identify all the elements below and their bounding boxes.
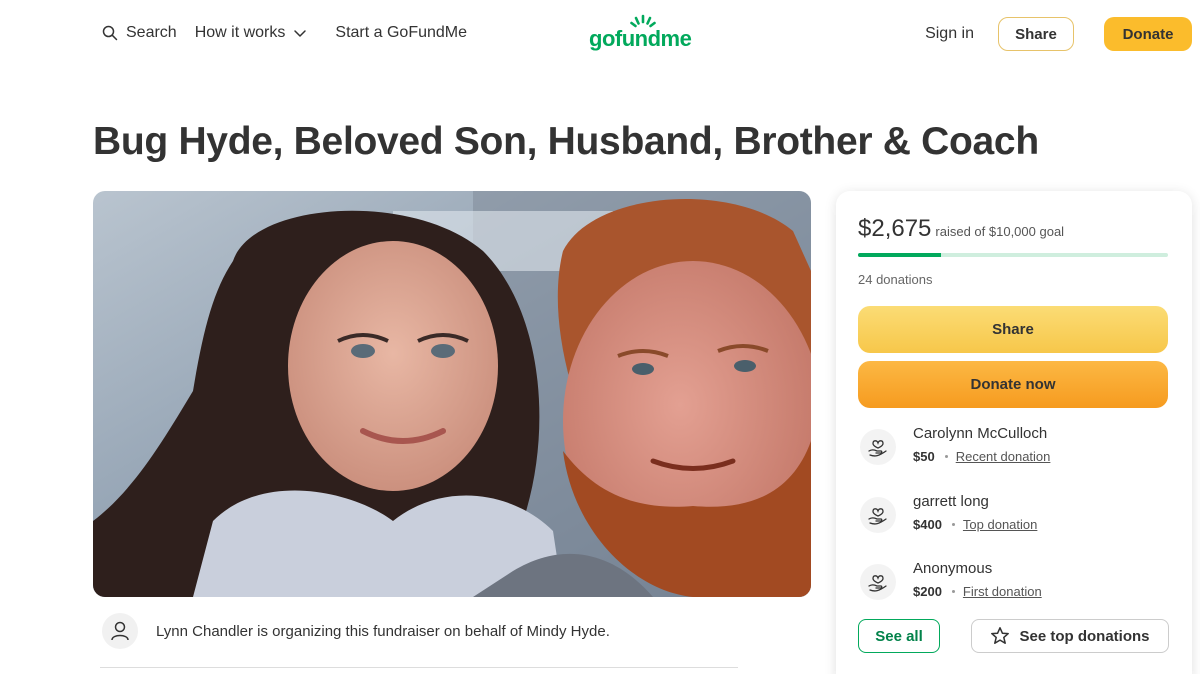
donor-name: Anonymous (913, 560, 993, 577)
start-gofundme-link[interactable]: Start a GoFundMe (335, 24, 467, 42)
donor-meta: $400 Top donation (913, 517, 1037, 532)
donations-count: 24 donations (858, 272, 933, 287)
donor-name: garrett long (913, 493, 989, 510)
donor-amount: $50 (913, 449, 935, 464)
raised-summary: $2,675 raised of $10,000 goal (858, 215, 1064, 243)
donation-heart-icon (860, 497, 896, 533)
nav-left-group: Search How it works Start a GoFundMe (102, 24, 467, 42)
see-all-button[interactable]: See all (858, 619, 940, 653)
donate-button-header[interactable]: Donate (1104, 17, 1192, 51)
gofundme-logo[interactable]: gofundme (589, 14, 699, 54)
donor-amount: $400 (913, 517, 942, 532)
goal-text: raised of $10,000 goal (935, 224, 1065, 239)
raised-amount: $2,675 (858, 215, 932, 242)
see-top-donations-label: See top donations (1019, 627, 1150, 645)
search-link[interactable]: Search (102, 24, 177, 42)
search-icon (102, 25, 118, 41)
star-icon (991, 627, 1010, 644)
separator-dot (951, 523, 955, 526)
donor-item: Carolynn McCulloch $50 Recent donation (858, 425, 1168, 469)
donor-name: Carolynn McCulloch (913, 425, 1048, 442)
sign-in-link[interactable]: Sign in (925, 25, 974, 43)
donate-now-button[interactable]: Donate now (858, 361, 1168, 408)
hero-photo-illustration (93, 191, 811, 597)
donor-tag-link[interactable]: Top donation (963, 517, 1037, 532)
search-label: Search (126, 24, 177, 41)
donor-meta: $200 First donation (913, 584, 1042, 599)
section-divider (100, 667, 738, 668)
donor-item: garrett long $400 Top donation (858, 493, 1168, 537)
donation-heart-icon (860, 429, 896, 465)
chevron-down-icon (294, 30, 307, 37)
donor-item: Anonymous $200 First donation (858, 560, 1168, 604)
organizer-row: Lynn Chandler is organizing this fundrai… (102, 613, 610, 649)
separator-dot (951, 590, 955, 593)
share-button[interactable]: Share (858, 306, 1168, 353)
donor-meta: $50 Recent donation (913, 449, 1050, 464)
progress-fill (858, 253, 941, 257)
user-icon (111, 621, 129, 641)
separator-dot (944, 455, 948, 458)
page-title: Bug Hyde, Beloved Son, Husband, Brother … (93, 120, 1039, 163)
see-top-donations-button[interactable]: See top donations (971, 619, 1169, 653)
start-gofundme-label: Start a GoFundMe (335, 24, 468, 41)
donor-amount: $200 (913, 584, 942, 599)
campaign-hero-photo (93, 191, 811, 597)
donation-heart-icon (860, 564, 896, 600)
how-it-works-menu[interactable]: How it works (195, 24, 308, 42)
donor-tag-link[interactable]: First donation (963, 584, 1042, 599)
donor-tag-link[interactable]: Recent donation (956, 449, 1051, 464)
donation-card: $2,675 raised of $10,000 goal 24 donatio… (836, 191, 1192, 674)
logo-text: gofundme (589, 26, 692, 51)
top-navigation: Search How it works Start a GoFundMe gof… (0, 0, 1200, 68)
progress-bar (858, 253, 1168, 257)
organizer-text: Lynn Chandler is organizing this fundrai… (156, 622, 610, 640)
nav-right-group: Sign in Share Donate (925, 17, 1192, 51)
how-it-works-label: How it works (194, 24, 286, 41)
organizer-avatar (102, 613, 138, 649)
share-button-header[interactable]: Share (998, 17, 1074, 51)
